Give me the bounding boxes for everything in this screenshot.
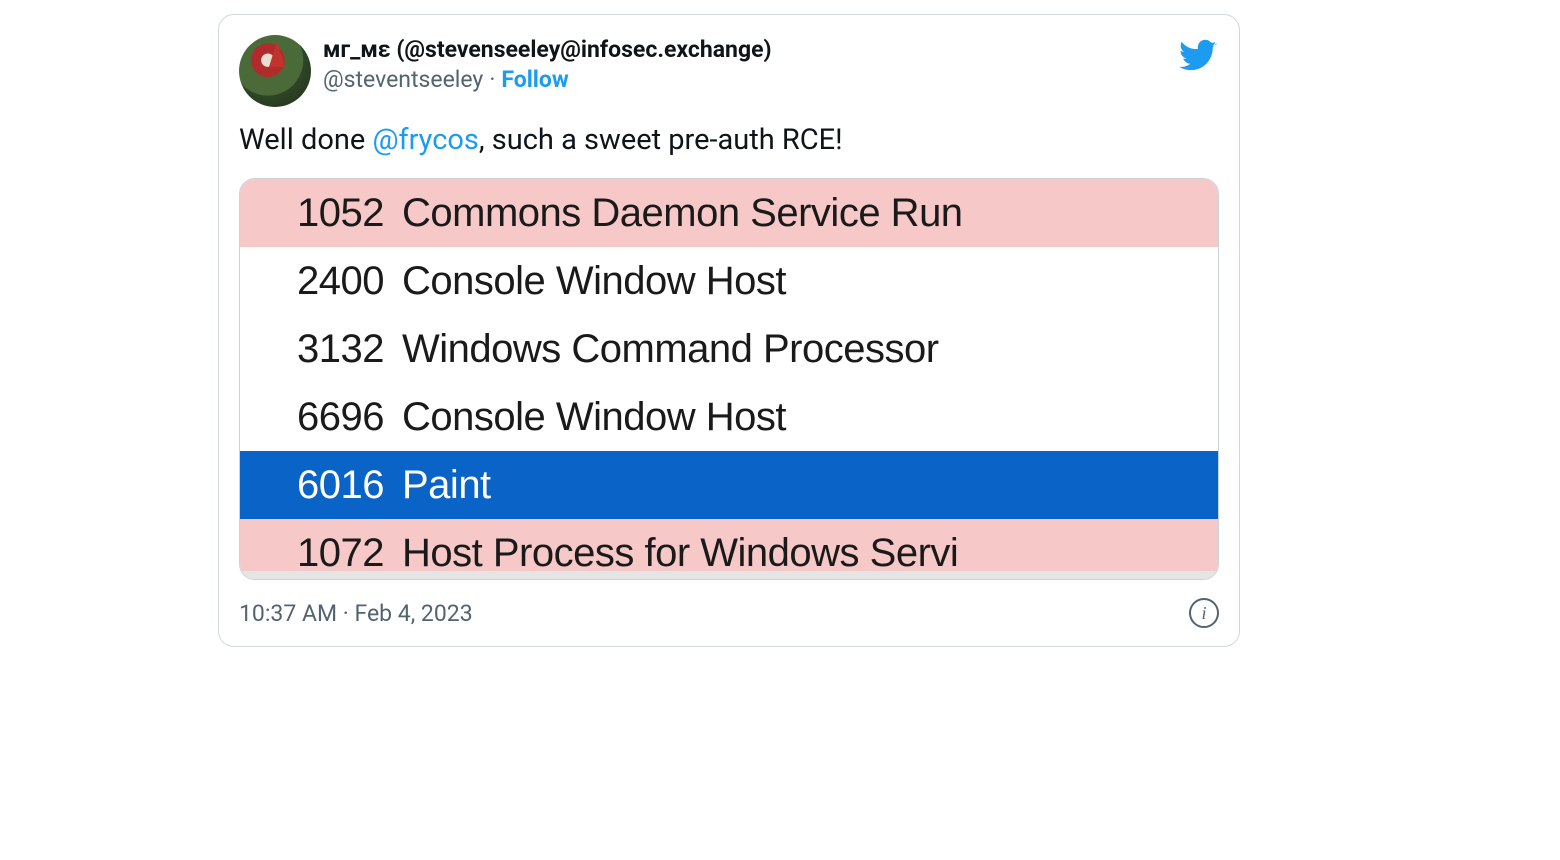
process-pid: 1072 <box>264 533 384 571</box>
process-row: 1052 Commons Daemon Service Run <box>240 179 1218 247</box>
process-pid: 3132 <box>264 329 384 369</box>
tweet-text: Well done @frycos, such a sweet pre-auth… <box>239 121 1219 160</box>
follow-link[interactable]: Follow <box>501 65 568 95</box>
display-name[interactable]: мг_мε (@stevenseeley@infosec.exchange) <box>323 35 772 65</box>
process-name: Paint <box>402 465 491 505</box>
process-name: Windows Command Processor <box>402 329 939 369</box>
tweet-card[interactable]: мг_мε (@stevenseeley@infosec.exchange) @… <box>218 14 1240 647</box>
process-row: 3132 Windows Command Processor <box>240 315 1218 383</box>
handle-row: @steventseeley · Follow <box>323 65 772 95</box>
process-row: 2400 Console Window Host <box>240 247 1218 315</box>
process-name: Console Window Host <box>402 261 786 301</box>
process-pid: 2400 <box>264 261 384 301</box>
handle[interactable]: @steventseeley <box>323 65 483 95</box>
tweet-text-part2: , such a sweet pre-auth RCE! <box>479 123 843 157</box>
process-pid: 1052 <box>264 193 384 233</box>
embedded-image[interactable]: 1052 Commons Daemon Service Run 2400 Con… <box>239 178 1219 580</box>
process-name: Host Process for Windows Servi <box>402 533 958 571</box>
process-row: 6696 Console Window Host <box>240 383 1218 451</box>
tweet-footer: 10:37 AM · Feb 4, 2023 i <box>239 598 1219 628</box>
process-pid: 6696 <box>264 397 384 437</box>
scrollbar-track <box>240 571 1218 579</box>
tweet-text-part1: Well done <box>239 123 372 157</box>
author-block: мг_мε (@stevenseeley@infosec.exchange) @… <box>323 35 772 95</box>
process-row-selected: 6016 Paint <box>240 451 1218 519</box>
process-name: Commons Daemon Service Run <box>402 193 963 233</box>
process-row: 1072 Host Process for Windows Servi <box>240 519 1218 571</box>
process-name: Console Window Host <box>402 397 786 437</box>
process-list: 1052 Commons Daemon Service Run 2400 Con… <box>240 179 1218 571</box>
avatar[interactable] <box>239 35 311 107</box>
tweet-header: мг_мε (@stevenseeley@infosec.exchange) @… <box>239 35 1219 107</box>
timestamp[interactable]: 10:37 AM · Feb 4, 2023 <box>239 600 473 627</box>
process-pid: 6016 <box>264 465 384 505</box>
separator-dot: · <box>489 65 495 95</box>
twitter-bird-icon[interactable] <box>1179 37 1217 75</box>
mention-link[interactable]: @frycos <box>372 123 478 157</box>
info-icon[interactable]: i <box>1189 598 1219 628</box>
